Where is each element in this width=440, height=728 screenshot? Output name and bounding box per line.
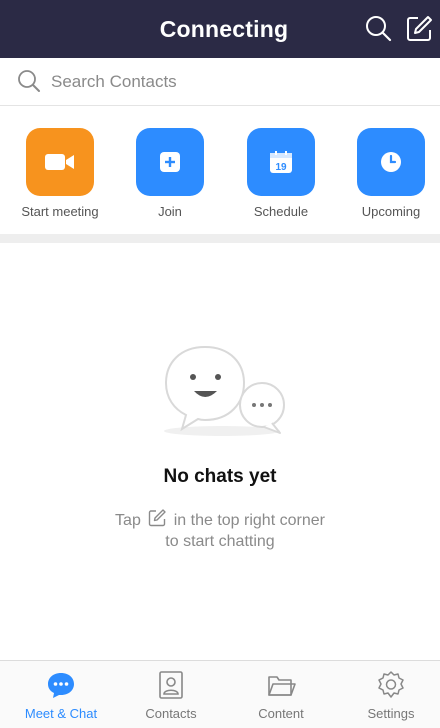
- tab-contacts[interactable]: Contacts: [116, 661, 226, 728]
- plus-icon: [160, 152, 180, 172]
- chat-bubble-icon: [48, 673, 74, 698]
- search-placeholder: Search Contacts: [51, 72, 177, 91]
- top-bar: Connecting: [0, 0, 440, 58]
- empty-state-hint: Tap in the top right corner to start cha…: [0, 508, 440, 552]
- start-meeting-label: Start meeting: [21, 204, 99, 219]
- compose-icon[interactable]: [404, 14, 434, 44]
- page-title: Connecting: [159, 15, 289, 42]
- hint-line-2: to start chatting: [165, 533, 275, 550]
- upcoming-label: Upcoming: [361, 204, 421, 219]
- join-button[interactable]: Join: [115, 106, 225, 234]
- clock-icon: [381, 152, 401, 172]
- start-meeting-tile: [26, 128, 94, 196]
- compose-icon: [149, 509, 166, 527]
- schedule-label: Schedule: [253, 204, 309, 219]
- empty-state-title: No chats yet: [163, 466, 277, 487]
- tab-label: Settings: [367, 706, 415, 721]
- folder-icon: [268, 676, 296, 696]
- gear-icon: [378, 671, 404, 698]
- section-divider: [0, 234, 440, 243]
- join-label: Join: [158, 204, 182, 219]
- upcoming-button[interactable]: Upcoming: [336, 106, 440, 234]
- tab-content[interactable]: Content: [226, 661, 336, 728]
- schedule-button[interactable]: 19 Schedule: [226, 106, 336, 234]
- contacts-icon: [159, 671, 183, 699]
- upcoming-tile: [357, 128, 425, 196]
- chat-bubbles-illustration: [164, 345, 285, 436]
- calendar-icon: 19: [270, 151, 292, 173]
- calendar-day: 19: [275, 162, 287, 173]
- hint-prefix: Tap: [115, 512, 141, 529]
- tab-label: Content: [258, 706, 304, 721]
- bottom-tab-bar: Meet & Chat Contacts Content Settings: [0, 660, 440, 728]
- tab-meet-and-chat[interactable]: Meet & Chat: [6, 661, 116, 728]
- start-meeting-button[interactable]: Start meeting: [5, 106, 115, 234]
- tab-label: Contacts: [145, 706, 197, 721]
- quick-actions: Start meeting Join 19 Schedule Upcoming: [0, 106, 440, 234]
- tab-settings[interactable]: Settings: [336, 661, 440, 728]
- schedule-tile: 19: [247, 128, 315, 196]
- video-camera-icon: [45, 154, 74, 170]
- search-icon: [18, 70, 40, 92]
- join-tile: [136, 128, 204, 196]
- tab-label: Meet & Chat: [24, 706, 98, 721]
- search-input[interactable]: Search Contacts: [0, 58, 440, 106]
- hint-suffix: in the top right corner: [173, 512, 325, 529]
- search-icon[interactable]: [364, 14, 394, 44]
